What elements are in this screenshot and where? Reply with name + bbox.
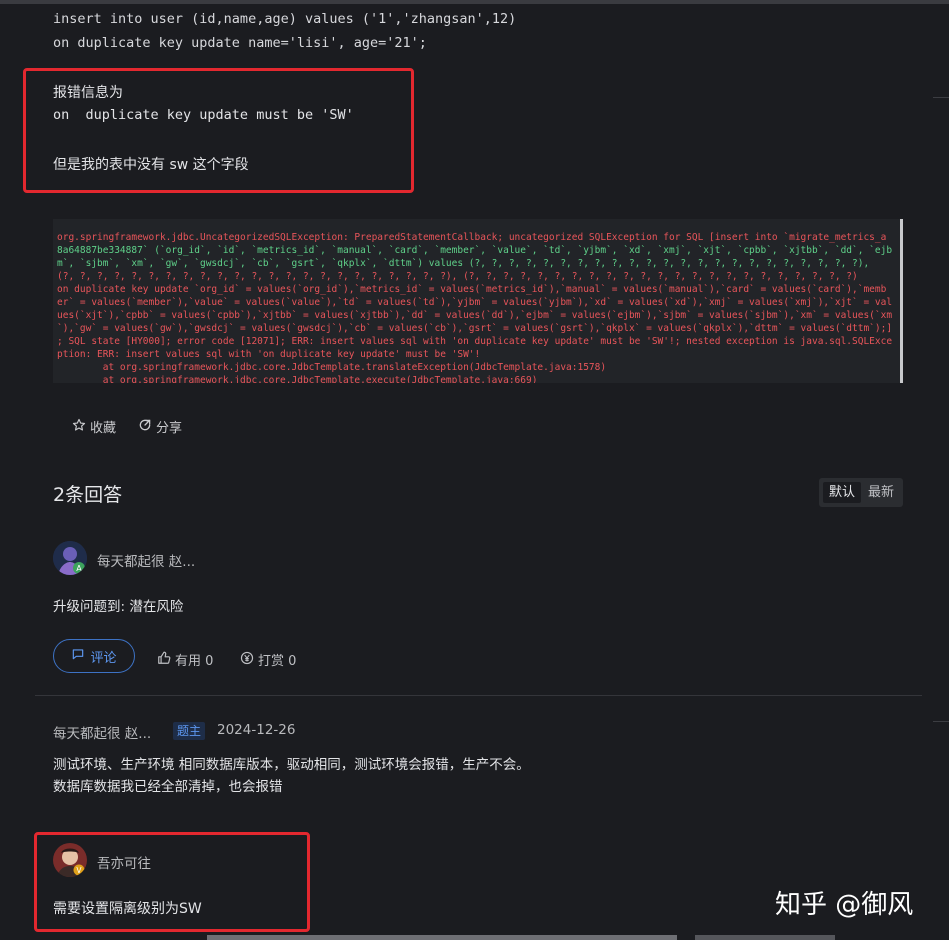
yen-coin-icon [240,651,254,669]
sort-latest-option[interactable]: 最新 [862,482,900,503]
reply-date: 2024-12-26 [217,722,296,738]
log-line: at org.springframework.jdbc.core.JdbcTem… [57,362,607,373]
answers-count-title: 2条回答 [53,484,123,506]
avatar[interactable]: V [53,843,87,877]
log-line: at org.springframework.jdbc.core.JdbcTem… [57,375,538,383]
sql-line-1: insert into user (id,name,age) values ('… [53,11,517,27]
reply-author-name[interactable]: 每天都起很 赵... [53,722,151,742]
reply-text-line-1: 测试环境、生产环境 相同数据库版本，驱动相同，测试环境会报错，生产不会。 [53,757,530,773]
log-line: org.springframework.jdbc.UncategorizedSQ… [57,232,887,243]
horizontal-scrollbar-thumb[interactable] [207,935,677,940]
reward-button[interactable]: 打赏 0 [240,650,296,669]
sort-default-option[interactable]: 默认 [823,482,862,503]
share-icon [138,418,152,436]
error-note-message: on duplicate key update must be 'SW' [53,107,354,123]
comment-button[interactable]: 评论 [53,639,135,673]
share-label: 分享 [156,421,183,436]
error-note-detail: 但是我的表中没有 sw 这个字段 [53,157,249,173]
sql-line-2: on duplicate key update name='lisi', age… [53,35,427,51]
favorite-label: 收藏 [90,421,117,436]
log-line: `),`gw` = values(`gw`),`gwsdcj` = values… [57,323,893,334]
avatar-image: V [53,843,87,877]
log-line: (?, ?, ?, ?, ?, ?, ?, ?, ?, ?, ?, ?, ?, … [57,271,858,282]
useful-label: 有用 0 [175,654,214,669]
log-line: ption: ERR: insert values sql with 'on d… [57,349,481,360]
zhihu-watermark: 知乎 @御风 [775,890,914,920]
error-note-title: 报错信息为 [53,85,123,101]
avatar[interactable]: A [53,541,87,575]
horizontal-scrollbar-segment[interactable] [695,935,835,940]
comment-icon [71,647,85,665]
thumbs-up-icon [157,651,171,669]
share-button[interactable]: 分享 [138,417,182,436]
reward-label: 打赏 0 [258,654,297,669]
star-icon [72,418,86,436]
error-log-image: org.springframework.jdbc.UncategorizedSQ… [53,219,901,383]
log-line: on duplicate key update `org_id` = value… [57,284,887,295]
favorite-button[interactable]: 收藏 [72,417,116,436]
log-line: m`, `sjbm`, `xm`, `gw`, `gwsdcj`, `cb`, … [57,258,870,269]
log-line: ues(`xjt`),`cpbb` = values(`cpbb`),`xjtb… [57,310,893,321]
answer-content: 升级问题到: 潜在风险 [53,599,184,615]
log-line: 8a64887be334887` (`org_id`, `id`, `metri… [57,245,893,256]
log-line: ; SQL state [HY000]; error code [12071];… [57,336,893,347]
log-scrollbar[interactable] [900,219,903,383]
log-line: er` = values(`member`),`value` = values(… [57,297,893,308]
sidebar-edge-mark [933,97,949,98]
useful-button[interactable]: 有用 0 [157,650,213,669]
divider [35,695,922,696]
answer-author-name[interactable]: 每天都起很 赵... [97,550,195,570]
answer-author-name[interactable]: 吾亦可往 [97,852,151,872]
avatar-image: A [53,541,87,575]
window-top-bar [0,0,949,4]
comment-label: 评论 [90,650,117,666]
reply-text-line-2: 数据库数据我已经全部清掉，也会报错 [53,779,283,795]
sort-toggle: 默认 最新 [819,478,903,507]
sidebar-edge-mark [933,721,949,722]
answer-content: 需要设置隔离级别为SW [53,901,202,917]
owner-badge: 题主 [173,722,206,740]
svg-text:A: A [76,564,82,573]
